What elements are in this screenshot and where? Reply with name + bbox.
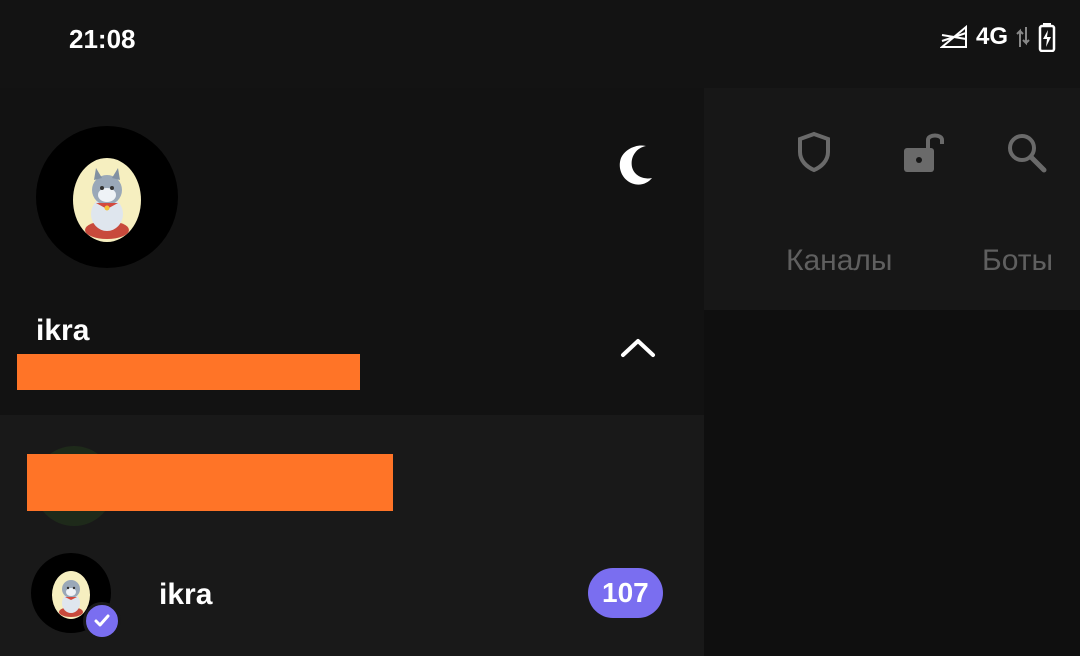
tab-bots[interactable]: Боты (982, 244, 1053, 278)
chevron-up-icon[interactable] (618, 328, 658, 368)
background-app: Каналы Боты (704, 88, 1080, 656)
drawer-header: ikra (0, 88, 704, 415)
search-icon[interactable] (1002, 128, 1050, 176)
account-name: ikra (159, 578, 213, 611)
moon-icon[interactable] (612, 140, 660, 188)
signal-icon (939, 24, 967, 48)
unread-count-badge: 107 (588, 568, 663, 618)
network-type: 4G (975, 23, 1008, 50)
unlock-icon[interactable] (900, 128, 948, 176)
verified-check-icon (83, 602, 121, 640)
user-name: ikra (36, 314, 90, 347)
status-bar: 21:08 4G (0, 0, 1080, 88)
account-item-ikra[interactable]: ikra 107 (0, 544, 704, 656)
status-time: 21:08 (69, 24, 136, 54)
husky-avatar-image (73, 158, 141, 242)
tab-channels[interactable]: Каналы (786, 244, 892, 278)
shield-icon[interactable] (790, 128, 838, 176)
redacted-account-name (27, 454, 393, 511)
redacted-phone-number (17, 354, 360, 390)
status-icons: 4G (939, 22, 1056, 52)
data-arrows-icon (1016, 27, 1030, 47)
navigation-drawer: ikra ikra 107 (0, 88, 704, 656)
battery-charging-icon (1038, 23, 1056, 52)
account-item-redacted[interactable] (0, 434, 704, 544)
profile-avatar[interactable] (36, 126, 178, 268)
background-toolbar: Каналы Боты (704, 88, 1080, 310)
